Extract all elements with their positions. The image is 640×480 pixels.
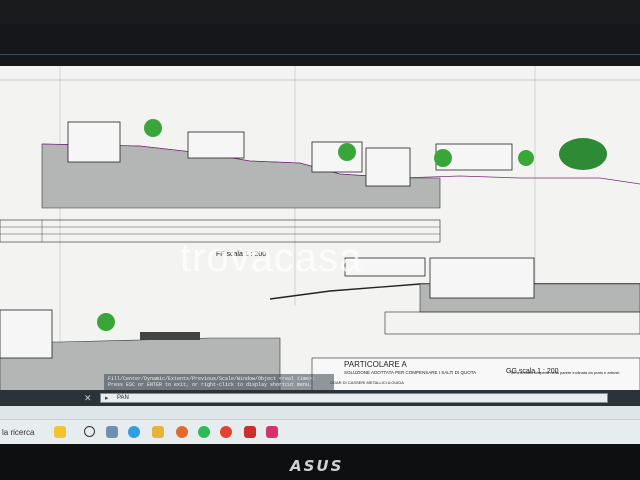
firefox-icon[interactable]: [176, 426, 188, 438]
file-explorer-icon[interactable]: [152, 426, 164, 438]
task-view-icon[interactable]: [84, 426, 95, 437]
lower-slab: [140, 332, 200, 340]
close-icon[interactable]: ✕: [84, 393, 92, 404]
detail-note: Terra armata ricoperta nella parete incl…: [510, 370, 620, 375]
tree-icon: [97, 313, 115, 331]
tree-icon: [434, 149, 452, 167]
drawing-canvas[interactable]: [0, 66, 640, 397]
gg-building: [429, 257, 535, 299]
ff-building-1: [67, 121, 121, 163]
app-pink-icon[interactable]: [266, 426, 278, 438]
title-divider: [0, 54, 640, 55]
ff-building-2: [187, 131, 245, 159]
command-history-line-2: Press ESC or ENTER to exit, or right-cli…: [108, 382, 313, 388]
watermark: trovacasa: [180, 236, 363, 280]
taskbar: la ricerca: [0, 419, 640, 444]
monitor-brand-logo: ASUS: [290, 457, 344, 475]
chrome-icon[interactable]: [220, 426, 232, 438]
autocad-icon[interactable]: [244, 426, 256, 438]
command-input[interactable]: ▸ PAN: [100, 393, 608, 403]
tree-icon: [144, 119, 162, 137]
tree-icon: [518, 150, 534, 166]
detail-subtitle: SOLUZIONE ADOTTATA PER COMPENSARE I SALT…: [344, 370, 477, 375]
monitor-top-bezel: [0, 0, 640, 24]
command-bar: ✕ ▸ PAN: [0, 390, 640, 406]
ff-building-4: [365, 147, 411, 187]
gg-table: [384, 311, 640, 335]
cad-title-strip: [0, 24, 640, 66]
cad-drawing-area[interactable]: FF scala 1 : 200 GG scala 1 : 200 PARTIC…: [0, 66, 640, 397]
command-input-value: PAN: [117, 395, 129, 401]
tree-group-icon: [559, 138, 607, 170]
tree-icon: [338, 143, 356, 161]
folder-icon[interactable]: [54, 426, 66, 438]
detail-note-2: ODAR DI CASSERI METALLICI A GUIDA: [330, 380, 404, 385]
app-icon[interactable]: [106, 426, 118, 438]
edge-icon[interactable]: [128, 426, 140, 438]
detail-title: PARTICOLARE A: [344, 360, 407, 369]
ff-building-3: [311, 141, 363, 173]
command-prompt-icon: ▸: [105, 395, 109, 402]
lower-building: [0, 309, 53, 359]
screen: FF scala 1 : 200 GG scala 1 : 200 PARTIC…: [0, 24, 640, 444]
spotify-icon[interactable]: [198, 426, 210, 438]
